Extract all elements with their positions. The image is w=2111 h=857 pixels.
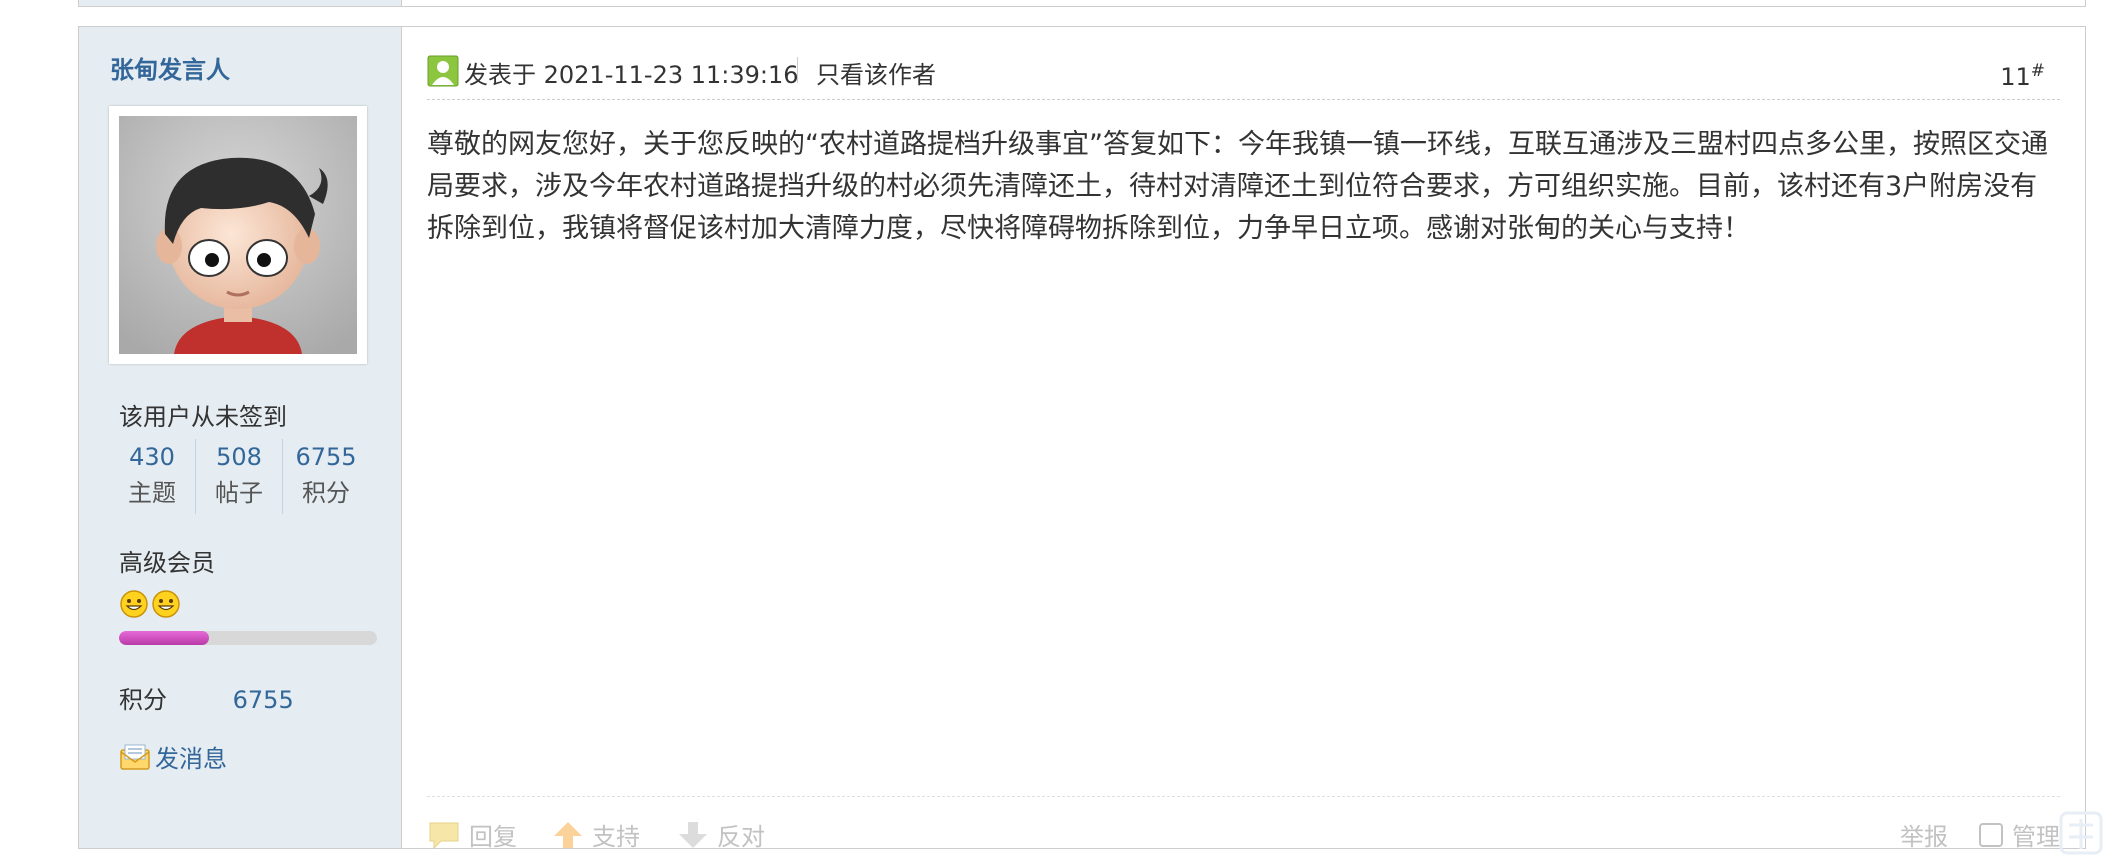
level-progress-bar xyxy=(119,631,377,645)
stat-credits[interactable]: 6755 积分 xyxy=(283,439,369,514)
previous-post-bottom xyxy=(78,0,2086,7)
post-actions: 回复 支持 反对 举报 管理 xyxy=(427,796,2060,851)
author-sidebar: 张甸发言人 该用户从未签到 430 主题 508 帖子 6755 积分 高级会员… xyxy=(79,27,402,848)
forum-post: 张甸发言人 该用户从未签到 430 主题 508 帖子 6755 积分 高级会员… xyxy=(78,26,2086,851)
previous-post-sidebar xyxy=(79,0,402,6)
manage-label: 管理 xyxy=(2012,823,2060,851)
smiley-icon xyxy=(152,590,180,618)
stat-posts[interactable]: 508 帖子 xyxy=(196,439,283,514)
oppose-button[interactable]: 反对 xyxy=(677,817,765,852)
support-label: 支持 xyxy=(592,823,640,851)
stat-posts-count[interactable]: 508 xyxy=(196,439,282,475)
author-name-link[interactable]: 张甸发言人 xyxy=(110,50,230,85)
support-button[interactable]: 支持 xyxy=(552,817,640,852)
thumb-up-arrow-icon xyxy=(554,821,582,848)
reply-button[interactable]: 回复 xyxy=(427,817,517,852)
stat-posts-label: 帖子 xyxy=(215,479,263,507)
credit-row: 积分 6755 xyxy=(119,680,294,715)
post-main: 发表于 2021-11-23 11:39:16 只看该作者 11# 尊敬的网友您… xyxy=(402,27,2085,851)
post-content: 尊敬的网友您好，关于您反映的“农村道路提档升级事宜”答复如下：今年我镇一镇一环线… xyxy=(427,129,2048,244)
send-message-label: 发消息 xyxy=(155,745,227,773)
report-button[interactable]: 举报 xyxy=(1900,817,1948,852)
credit-value[interactable]: 6755 xyxy=(233,686,294,714)
oppose-label: 反对 xyxy=(717,823,765,851)
author-stats: 430 主题 508 帖子 6755 积分 xyxy=(109,439,369,514)
manage-button[interactable]: 管理 xyxy=(1978,817,2060,852)
stat-threads[interactable]: 430 主题 xyxy=(109,439,196,514)
floor-number[interactable]: 11# xyxy=(2000,61,2045,91)
header-divider xyxy=(797,57,798,83)
avatar[interactable] xyxy=(109,106,367,364)
report-label: 举报 xyxy=(1900,823,1948,851)
post-header: 发表于 2021-11-23 11:39:16 只看该作者 11# xyxy=(427,47,2060,100)
post-timestamp: 发表于 2021-11-23 11:39:16 xyxy=(464,61,799,89)
only-author-link[interactable]: 只看该作者 xyxy=(816,55,936,90)
member-level[interactable]: 高级会员 xyxy=(119,543,215,578)
level-progress-fill xyxy=(119,631,210,645)
checkbox-icon[interactable] xyxy=(1978,822,2004,848)
message-icon xyxy=(120,744,150,770)
stat-credits-label: 积分 xyxy=(302,479,350,507)
credit-label: 积分 xyxy=(119,686,167,714)
avatar-image xyxy=(119,116,357,354)
reply-label: 回复 xyxy=(469,823,517,851)
sign-status: 该用户从未签到 xyxy=(119,403,287,431)
reply-icon xyxy=(429,822,459,849)
stat-threads-count[interactable]: 430 xyxy=(109,439,195,475)
smiley-icon xyxy=(120,590,148,618)
floor-mark: # xyxy=(2030,61,2045,81)
thumb-down-arrow-icon xyxy=(679,821,707,848)
stat-credits-count[interactable]: 6755 xyxy=(283,439,369,475)
level-stars xyxy=(119,589,181,619)
floor-number-value: 11 xyxy=(2000,63,2031,91)
send-message-button[interactable]: 发消息 xyxy=(119,739,227,774)
stat-threads-label: 主题 xyxy=(128,479,176,507)
user-online-icon xyxy=(427,55,459,87)
